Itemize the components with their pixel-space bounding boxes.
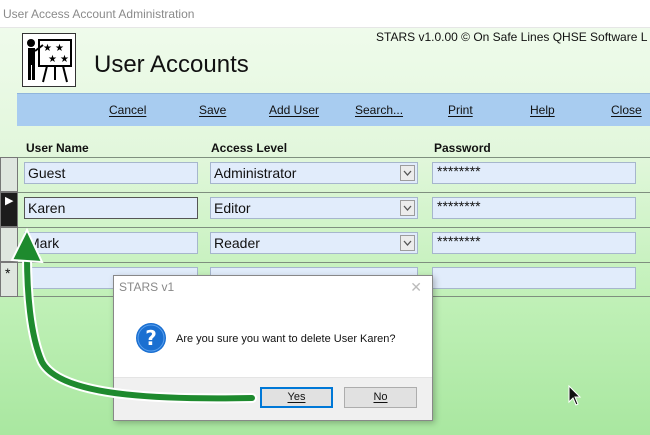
current-row-marker: ▶: [5, 195, 14, 207]
password-field[interactable]: ********: [432, 232, 636, 254]
chevron-down-icon[interactable]: [400, 200, 415, 216]
no-button[interactable]: No: [344, 387, 417, 408]
copyright-text: STARS v1.0.00 © On Safe Lines QHSE Softw…: [376, 30, 648, 44]
cancel-button[interactable]: Cancel: [109, 103, 146, 117]
new-password-field[interactable]: [432, 267, 636, 289]
mouse-pointer-icon: [568, 385, 582, 406]
row-divider: [18, 262, 650, 263]
access-level-select[interactable]: Editor: [210, 197, 418, 219]
print-button[interactable]: Print: [448, 103, 473, 117]
access-level-value: Editor: [214, 200, 251, 216]
chevron-down-icon[interactable]: [400, 165, 415, 181]
access-level-select[interactable]: Administrator: [210, 162, 418, 184]
window-title: User Access Account Administration: [3, 7, 195, 21]
chevron-down-icon[interactable]: [400, 235, 415, 251]
svg-text:★: ★: [60, 54, 69, 65]
close-button[interactable]: Close: [611, 103, 642, 117]
search-button[interactable]: Search...: [355, 103, 403, 117]
column-header-user-name: User Name: [26, 141, 89, 155]
confirm-delete-dialog: STARS v1 ✕ ? Are you sure you want to de…: [113, 275, 433, 421]
toolbar: Cancel Save Add User Search... Print Hel…: [17, 93, 650, 126]
presenter-chart-icon: ★ ★ ★ ★: [27, 39, 72, 83]
save-button[interactable]: Save: [199, 103, 226, 117]
access-level-select[interactable]: Reader: [210, 232, 418, 254]
question-icon: ?: [136, 323, 166, 353]
svg-text:★: ★: [43, 43, 52, 54]
row-selector[interactable]: [0, 227, 18, 262]
new-row-marker: *: [5, 265, 11, 281]
password-field[interactable]: ********: [432, 162, 636, 184]
close-icon[interactable]: ✕: [410, 279, 422, 296]
yes-button[interactable]: Yes: [260, 387, 333, 408]
row-divider: [18, 227, 650, 228]
row-selector-current[interactable]: ▶: [0, 192, 18, 227]
user-name-field[interactable]: Guest: [24, 162, 198, 184]
row-selector-new[interactable]: *: [0, 262, 18, 297]
row-selector[interactable]: [0, 157, 18, 192]
row-divider: [18, 192, 650, 193]
access-level-value: Administrator: [214, 165, 297, 181]
svg-text:★: ★: [55, 43, 64, 54]
page-title: User Accounts: [94, 51, 249, 78]
password-field[interactable]: ********: [432, 197, 636, 219]
help-button[interactable]: Help: [530, 103, 555, 117]
svg-text:★: ★: [48, 54, 57, 65]
user-name-field[interactable]: Mark: [24, 232, 198, 254]
column-header-password: Password: [434, 141, 491, 155]
svg-text:?: ?: [145, 326, 157, 350]
dialog-message: Are you sure you want to delete User Kar…: [176, 333, 396, 345]
column-header-access-level: Access Level: [211, 141, 288, 155]
row-divider: [18, 157, 650, 158]
app-logo: ★ ★ ★ ★: [22, 33, 76, 87]
user-name-field[interactable]: Karen: [24, 197, 198, 219]
dialog-button-bar: Yes No: [114, 377, 432, 420]
window-titlebar: User Access Account Administration: [0, 0, 650, 28]
access-level-value: Reader: [214, 235, 260, 251]
add-user-button[interactable]: Add User: [269, 103, 319, 117]
dialog-title: STARS v1: [119, 280, 175, 294]
